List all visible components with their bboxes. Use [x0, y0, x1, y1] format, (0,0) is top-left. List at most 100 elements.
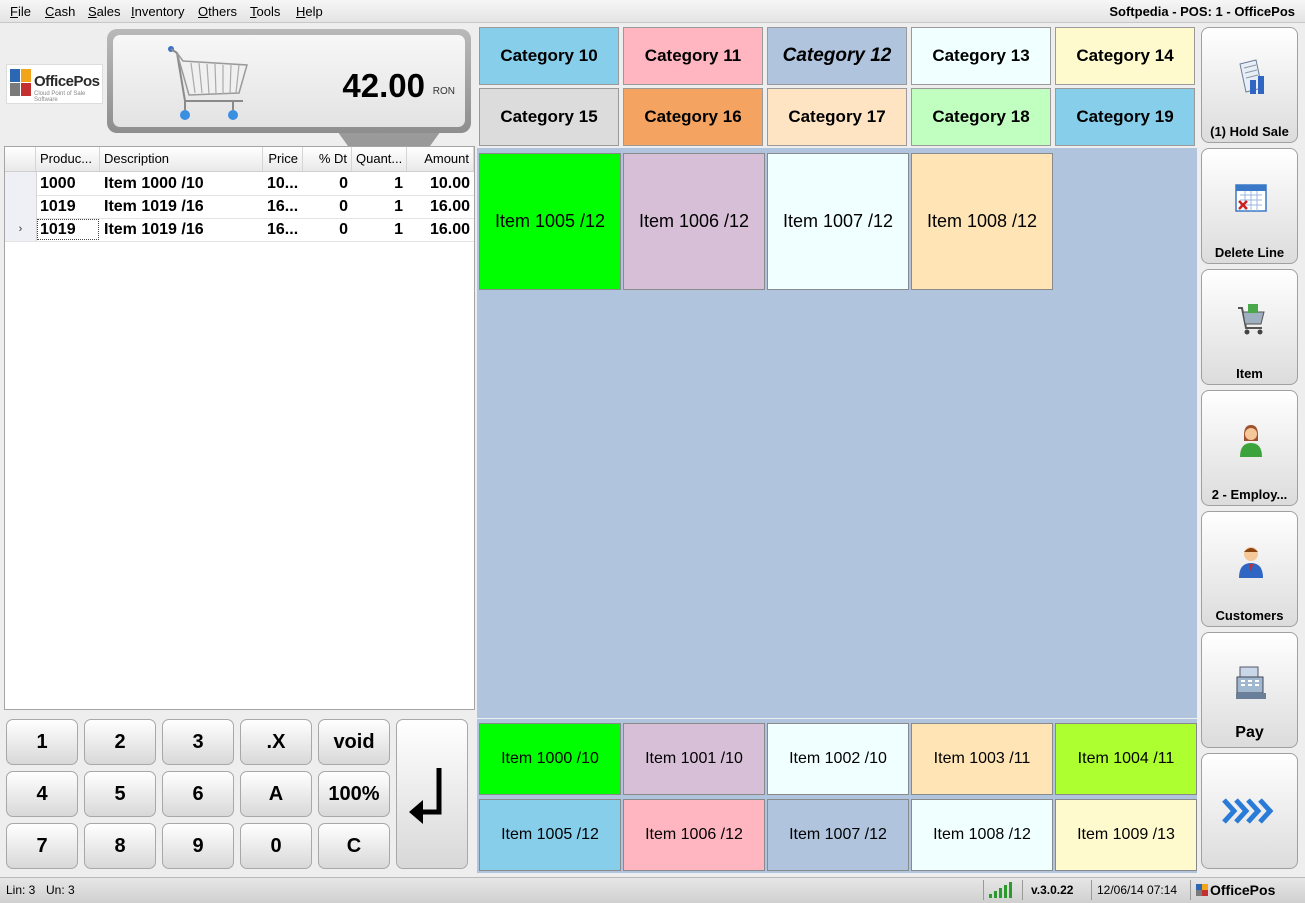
- row-selector[interactable]: ›: [5, 218, 37, 241]
- quick-item-1000[interactable]: Item 1000 /10: [479, 723, 621, 795]
- status-lines: Lin: 3: [6, 883, 36, 897]
- category-16-button[interactable]: Category 16: [623, 88, 763, 146]
- category-19-button[interactable]: Category 19: [1055, 88, 1195, 146]
- hold-sale-icon: [1239, 59, 1264, 94]
- col-discount[interactable]: % Dt: [303, 147, 352, 171]
- table-row[interactable]: 1019 Item 1019 /16 16... 0 1 16.00: [5, 195, 474, 219]
- item-1006-tile[interactable]: Item 1006 /12: [623, 153, 765, 290]
- key-9[interactable]: 9: [162, 823, 234, 869]
- employee-label: 2 - Employ...: [1211, 487, 1288, 502]
- cell-discount: 0: [339, 221, 348, 238]
- cell-discount: 0: [339, 175, 348, 192]
- status-datetime: 12/06/14 07:14: [1097, 883, 1178, 897]
- delete-line-button[interactable]: Delete Line: [1201, 148, 1298, 264]
- pay-button[interactable]: Pay: [1201, 632, 1298, 748]
- table-row-selected[interactable]: › 1019 Item 1019 /16 16... 0 1 16.00: [5, 218, 474, 242]
- cell-description: Item 1000 /10: [104, 175, 204, 192]
- quick-item-1008[interactable]: Item 1008 /12: [911, 799, 1053, 871]
- customers-label: Customers: [1215, 608, 1284, 623]
- delete-line-label: Delete Line: [1214, 245, 1285, 260]
- cell-amount: 16.00: [429, 198, 470, 215]
- key-8[interactable]: 8: [84, 823, 156, 869]
- key-3[interactable]: 3: [162, 719, 234, 765]
- shopping-cart-icon: [168, 46, 248, 120]
- menu-others[interactable]: Others: [198, 4, 237, 19]
- key-1[interactable]: 1: [6, 719, 78, 765]
- menu-file[interactable]: File: [10, 4, 31, 19]
- quick-item-1007[interactable]: Item 1007 /12: [767, 799, 909, 871]
- quick-item-1009[interactable]: Item 1009 /13: [1055, 799, 1197, 871]
- row-selector[interactable]: [5, 172, 37, 195]
- key-100-percent[interactable]: 100%: [318, 771, 390, 817]
- officepos-logo: OfficePos Cloud Point of Sale Software: [6, 64, 103, 104]
- key-multiply[interactable]: .X: [240, 719, 312, 765]
- employee-button[interactable]: 2 - Employ...: [1201, 390, 1298, 506]
- menu-bar: File Cash Sales Inventory Others Tools H…: [0, 0, 1305, 23]
- category-15-button[interactable]: Category 15: [479, 88, 619, 146]
- item-button[interactable]: Item: [1201, 269, 1298, 385]
- menu-tools[interactable]: Tools: [250, 4, 280, 19]
- key-clear[interactable]: C: [318, 823, 390, 869]
- status-version: v.3.0.22: [1031, 883, 1074, 897]
- cell-quantity: 1: [394, 198, 403, 215]
- category-10-button[interactable]: Category 10: [479, 27, 619, 85]
- col-description[interactable]: Description: [100, 147, 263, 171]
- category-17-button[interactable]: Category 17: [767, 88, 907, 146]
- shopping-cart-item-icon: [1238, 304, 1265, 335]
- key-2[interactable]: 2: [84, 719, 156, 765]
- customers-button[interactable]: Customers: [1201, 511, 1298, 627]
- key-0[interactable]: 0: [240, 823, 312, 869]
- enter-key[interactable]: [396, 719, 468, 869]
- menu-help[interactable]: Help: [296, 4, 323, 19]
- quick-item-1004[interactable]: Item 1004 /11: [1055, 723, 1197, 795]
- col-price[interactable]: Price: [263, 147, 303, 171]
- key-7[interactable]: 7: [6, 823, 78, 869]
- key-a[interactable]: A: [240, 771, 312, 817]
- item-1008-tile[interactable]: Item 1008 /12: [911, 153, 1053, 290]
- enter-arrow-icon: [409, 768, 442, 824]
- category-14-button[interactable]: Category 14: [1055, 27, 1195, 85]
- next-page-button[interactable]: [1201, 753, 1298, 869]
- status-logo-icon: [1196, 884, 1208, 896]
- cell-description: Item 1019 /16: [104, 221, 204, 238]
- employee-icon: [1240, 425, 1262, 457]
- cell-product: 1019: [36, 218, 100, 241]
- key-5[interactable]: 5: [84, 771, 156, 817]
- cell-product: 1000: [40, 175, 76, 192]
- menu-inventory[interactable]: Inventory: [131, 4, 185, 19]
- total-currency: RON: [432, 86, 455, 97]
- quick-item-1001[interactable]: Item 1001 /10: [623, 723, 765, 795]
- total-display: 42.00 RON: [107, 29, 471, 133]
- status-units: Un: 3: [46, 883, 75, 897]
- cell-product: 1019: [40, 198, 76, 215]
- quick-item-1003[interactable]: Item 1003 /11: [911, 723, 1053, 795]
- table-row[interactable]: 1000 Item 1000 /10 10... 0 1 10.00: [5, 172, 474, 196]
- category-18-button[interactable]: Category 18: [911, 88, 1051, 146]
- category-13-button[interactable]: Category 13: [911, 27, 1051, 85]
- item-1007-tile[interactable]: Item 1007 /12: [767, 153, 909, 290]
- quick-item-1002[interactable]: Item 1002 /10: [767, 723, 909, 795]
- menu-cash[interactable]: Cash: [45, 4, 75, 19]
- cell-quantity: 1: [394, 175, 403, 192]
- item-label: Item: [1236, 366, 1263, 381]
- category-12-button-selected[interactable]: Category 12: [767, 27, 907, 85]
- sale-lines-grid[interactable]: Produc... Description Price % Dt Quant..…: [4, 146, 475, 710]
- status-brand: OfficePos: [1210, 882, 1276, 898]
- logo-tagline: Cloud Point of Sale Software: [34, 91, 86, 103]
- total-amount: 42.00: [342, 67, 425, 104]
- cash-register-icon: [1236, 666, 1266, 699]
- item-1005-tile[interactable]: Item 1005 /12: [479, 153, 621, 290]
- key-void[interactable]: void: [318, 719, 390, 765]
- col-amount[interactable]: Amount: [407, 147, 474, 171]
- hold-sale-button[interactable]: (1) Hold Sale: [1201, 27, 1298, 143]
- key-6[interactable]: 6: [162, 771, 234, 817]
- col-quantity[interactable]: Quant...: [352, 147, 407, 171]
- cell-description: Item 1019 /16: [104, 198, 204, 215]
- menu-sales[interactable]: Sales: [88, 4, 121, 19]
- quick-item-1006[interactable]: Item 1006 /12: [623, 799, 765, 871]
- col-product[interactable]: Produc...: [36, 147, 100, 171]
- category-11-button[interactable]: Category 11: [623, 27, 763, 85]
- row-selector[interactable]: [5, 195, 37, 218]
- key-4[interactable]: 4: [6, 771, 78, 817]
- quick-item-1005[interactable]: Item 1005 /12: [479, 799, 621, 871]
